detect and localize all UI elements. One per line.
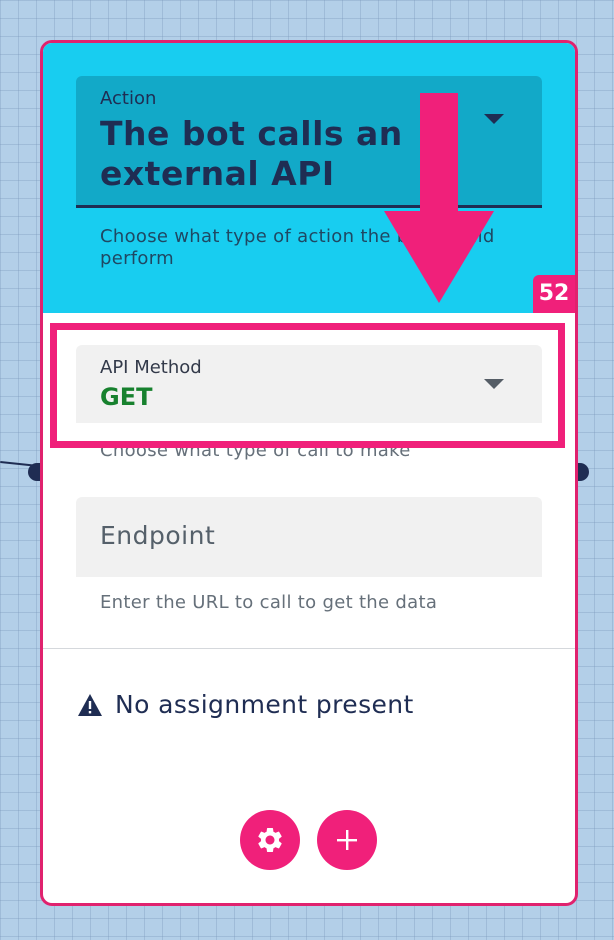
- down-arrow-annotation: [384, 93, 494, 303]
- endpoint-helper-text: Enter the URL to call to get the data: [100, 592, 438, 613]
- highlight-annotation-box: [50, 323, 565, 448]
- plus-icon: [337, 830, 357, 850]
- card-header: Action The bot calls an external API Cho…: [43, 43, 575, 313]
- count-badge: 52: [533, 275, 575, 313]
- assignment-warning: No assignment present: [77, 690, 414, 719]
- settings-button[interactable]: [240, 810, 300, 870]
- action-select-label: Action: [100, 88, 157, 109]
- endpoint-input[interactable]: Endpoint: [76, 497, 542, 577]
- assignment-message: No assignment present: [115, 690, 414, 719]
- endpoint-placeholder: Endpoint: [100, 521, 216, 550]
- action-node-card: Action The bot calls an external API Cho…: [40, 40, 578, 906]
- gear-icon: [258, 828, 282, 852]
- section-divider: [43, 648, 575, 649]
- warning-icon: [78, 693, 102, 716]
- add-button[interactable]: [317, 810, 377, 870]
